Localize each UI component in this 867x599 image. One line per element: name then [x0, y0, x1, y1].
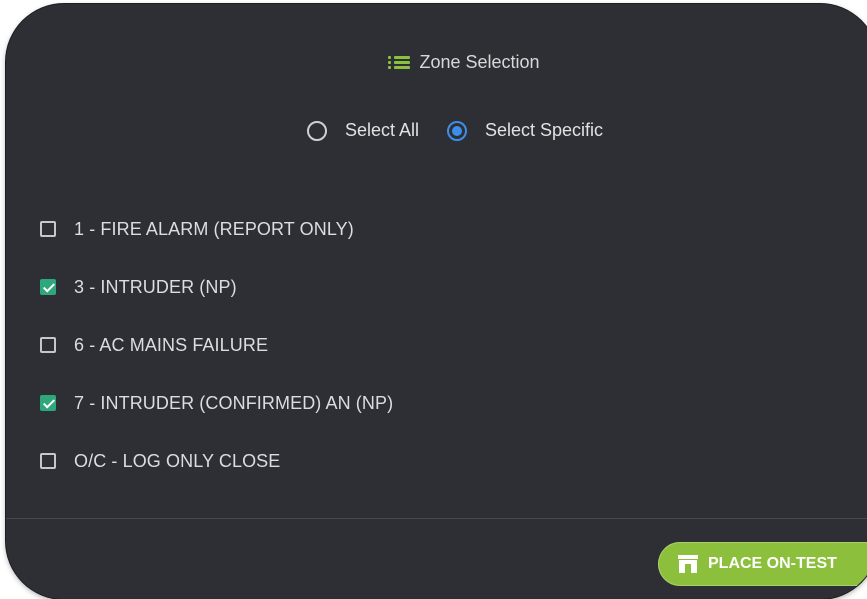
zone-label: 7 - INTRUDER (CONFIRMED) AN (NP): [74, 392, 394, 413]
zone-label: 3 - INTRUDER (NP): [74, 276, 237, 297]
zone-item[interactable]: 6 - AC MAINS FAILURE: [40, 316, 393, 374]
zone-checkbox[interactable]: [40, 395, 56, 411]
zone-label: O/C - LOG ONLY CLOSE: [74, 450, 281, 471]
zone-item[interactable]: 3 - INTRUDER (NP): [40, 258, 393, 316]
place-on-test-label: PLACE ON-TEST: [708, 555, 837, 572]
store-icon: [678, 555, 698, 573]
zone-checkbox[interactable]: [40, 337, 56, 353]
selection-mode-group: Select All Select Specific: [6, 120, 867, 141]
select-specific-radio[interactable]: [446, 120, 467, 141]
zone-checkbox[interactable]: [40, 221, 56, 237]
select-all-option[interactable]: Select All: [306, 120, 419, 141]
zone-item[interactable]: O/C - LOG ONLY CLOSE: [40, 432, 393, 490]
zone-list: 1 - FIRE ALARM (REPORT ONLY) 3 - INTRUDE…: [40, 200, 393, 490]
panel-title: Zone Selection: [419, 52, 540, 72]
place-on-test-button[interactable]: PLACE ON-TEST: [658, 542, 867, 586]
zone-item[interactable]: 1 - FIRE ALARM (REPORT ONLY): [40, 200, 393, 258]
list-icon: [388, 55, 411, 70]
zone-item[interactable]: 7 - INTRUDER (CONFIRMED) AN (NP): [40, 374, 393, 432]
zone-checkbox[interactable]: [40, 279, 56, 295]
select-all-label: Select All: [344, 120, 419, 140]
panel-header: Zone Selection: [6, 52, 867, 73]
select-specific-label: Select Specific: [484, 120, 604, 140]
zone-selection-panel: Zone Selection Select All Select Specifi…: [6, 4, 867, 599]
footer-divider: [6, 518, 867, 519]
select-all-radio[interactable]: [306, 120, 327, 141]
zone-label: 6 - AC MAINS FAILURE: [74, 334, 269, 355]
zone-label: 1 - FIRE ALARM (REPORT ONLY): [74, 218, 354, 239]
select-specific-option[interactable]: Select Specific: [446, 120, 604, 141]
zone-checkbox[interactable]: [40, 453, 56, 469]
